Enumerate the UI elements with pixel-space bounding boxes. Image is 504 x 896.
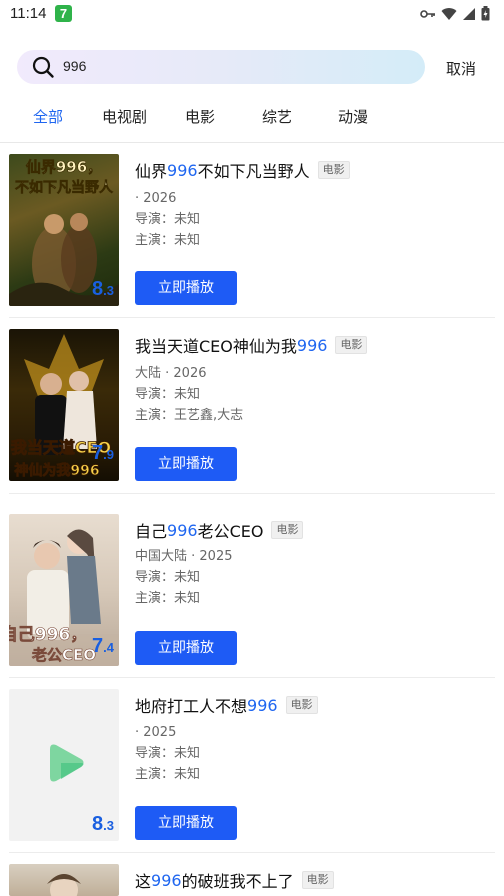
svg-text:神仙为我996: 神仙为我996 [14, 462, 99, 479]
svg-text:仙界996，: 仙界996， [26, 158, 102, 176]
item-divider [9, 317, 495, 318]
region-year: · 2026 [135, 191, 177, 206]
item-divider [9, 677, 495, 678]
tab-tv-series[interactable]: 电视剧 [102, 106, 147, 127]
tab-variety[interactable]: 综艺 [262, 106, 292, 127]
result-title[interactable]: 这 996 的破班我不上了 电影 [135, 868, 334, 892]
wifi-icon [441, 7, 457, 20]
cast: 主演：未知 [135, 233, 201, 248]
region-year: 中国大陆 · 2025 [135, 549, 233, 564]
director: 导演：未知 [135, 570, 201, 585]
tab-anime[interactable]: 动漫 [338, 106, 368, 127]
search-input[interactable]: 996 [63, 58, 86, 74]
item-divider [9, 493, 495, 494]
rating-score: 8.3 [92, 278, 114, 300]
rating-score: 7.4 [92, 635, 114, 657]
play-button[interactable]: 立即播放 [135, 806, 237, 840]
cast: 主演：未知 [135, 591, 201, 606]
battery-icon [481, 6, 490, 21]
poster-image[interactable]: 我当天道CEO 神仙为我996 7.9 [9, 329, 119, 481]
category-tabs: 全部 电视剧 电影 综艺 动漫 [0, 106, 504, 130]
tab-all[interactable]: 全部 [33, 106, 63, 127]
tabs-divider [0, 142, 504, 143]
result-title[interactable]: 地府打工人不想 996 电影 [135, 693, 318, 717]
result-meta: 中国大陆 · 2025 导演：未知 主演：未知 [135, 546, 232, 609]
poster-image[interactable]: 8.3 [9, 689, 119, 841]
result-meta: · 2026 导演：未知 主演：未知 [135, 188, 200, 251]
svg-text:不如下凡当野人: 不如下凡当野人 [15, 179, 114, 196]
svg-text:自己996，: 自己996， [9, 624, 87, 645]
type-tag: 电影 [335, 336, 368, 354]
rating-score: 8.3 [92, 813, 114, 835]
key-icon [420, 9, 435, 18]
cancel-button[interactable]: 取消 [446, 58, 476, 79]
tab-movies[interactable]: 电影 [185, 106, 215, 127]
director: 导演：未知 [135, 746, 201, 761]
svg-text:老公CEO: 老公CEO [31, 646, 96, 664]
signal-icon [463, 7, 475, 20]
region-year: 大陆 · 2026 [135, 366, 207, 381]
poster-image[interactable]: 仙界996， 不如下凡当野人 8.3 [9, 154, 119, 306]
play-button[interactable]: 立即播放 [135, 631, 237, 665]
search-bar: 996 取消 [0, 50, 504, 86]
director: 导演：未知 [135, 387, 201, 402]
status-time: 11:14 [10, 5, 47, 22]
result-title[interactable]: 我当天道CEO神仙为我 996 电影 [135, 333, 368, 357]
status-icons [420, 6, 490, 21]
type-tag: 电影 [317, 161, 350, 179]
cast: 主演：王艺鑫,大志 [135, 408, 244, 423]
item-divider [9, 852, 495, 853]
cast: 主演：未知 [135, 767, 201, 782]
status-bar: 11:14 7 [0, 0, 504, 30]
poster-image[interactable] [9, 864, 119, 896]
result-title[interactable]: 自己 996 老公CEO 电影 [135, 518, 304, 542]
play-button[interactable]: 立即播放 [135, 447, 237, 481]
type-tag: 电影 [285, 696, 318, 714]
search-box[interactable]: 996 [17, 50, 425, 84]
search-icon [32, 56, 54, 78]
result-title[interactable]: 仙界 996 不如下凡当野人 电影 [135, 158, 350, 182]
result-meta: 大陆 · 2026 导演：未知 主演：王艺鑫,大志 [135, 363, 243, 426]
type-tag: 电影 [271, 521, 304, 539]
director: 导演：未知 [135, 212, 201, 227]
type-tag: 电影 [301, 871, 334, 889]
play-button[interactable]: 立即播放 [135, 271, 237, 305]
region-year: · 2025 [135, 725, 177, 740]
app-notification-badge: 7 [55, 5, 72, 22]
poster-art [47, 874, 81, 896]
rating-score: 7.9 [92, 442, 114, 464]
poster-image[interactable]: 自己996， 老公CEO 7.4 [9, 514, 119, 666]
result-meta: · 2025 导演：未知 主演：未知 [135, 722, 200, 785]
